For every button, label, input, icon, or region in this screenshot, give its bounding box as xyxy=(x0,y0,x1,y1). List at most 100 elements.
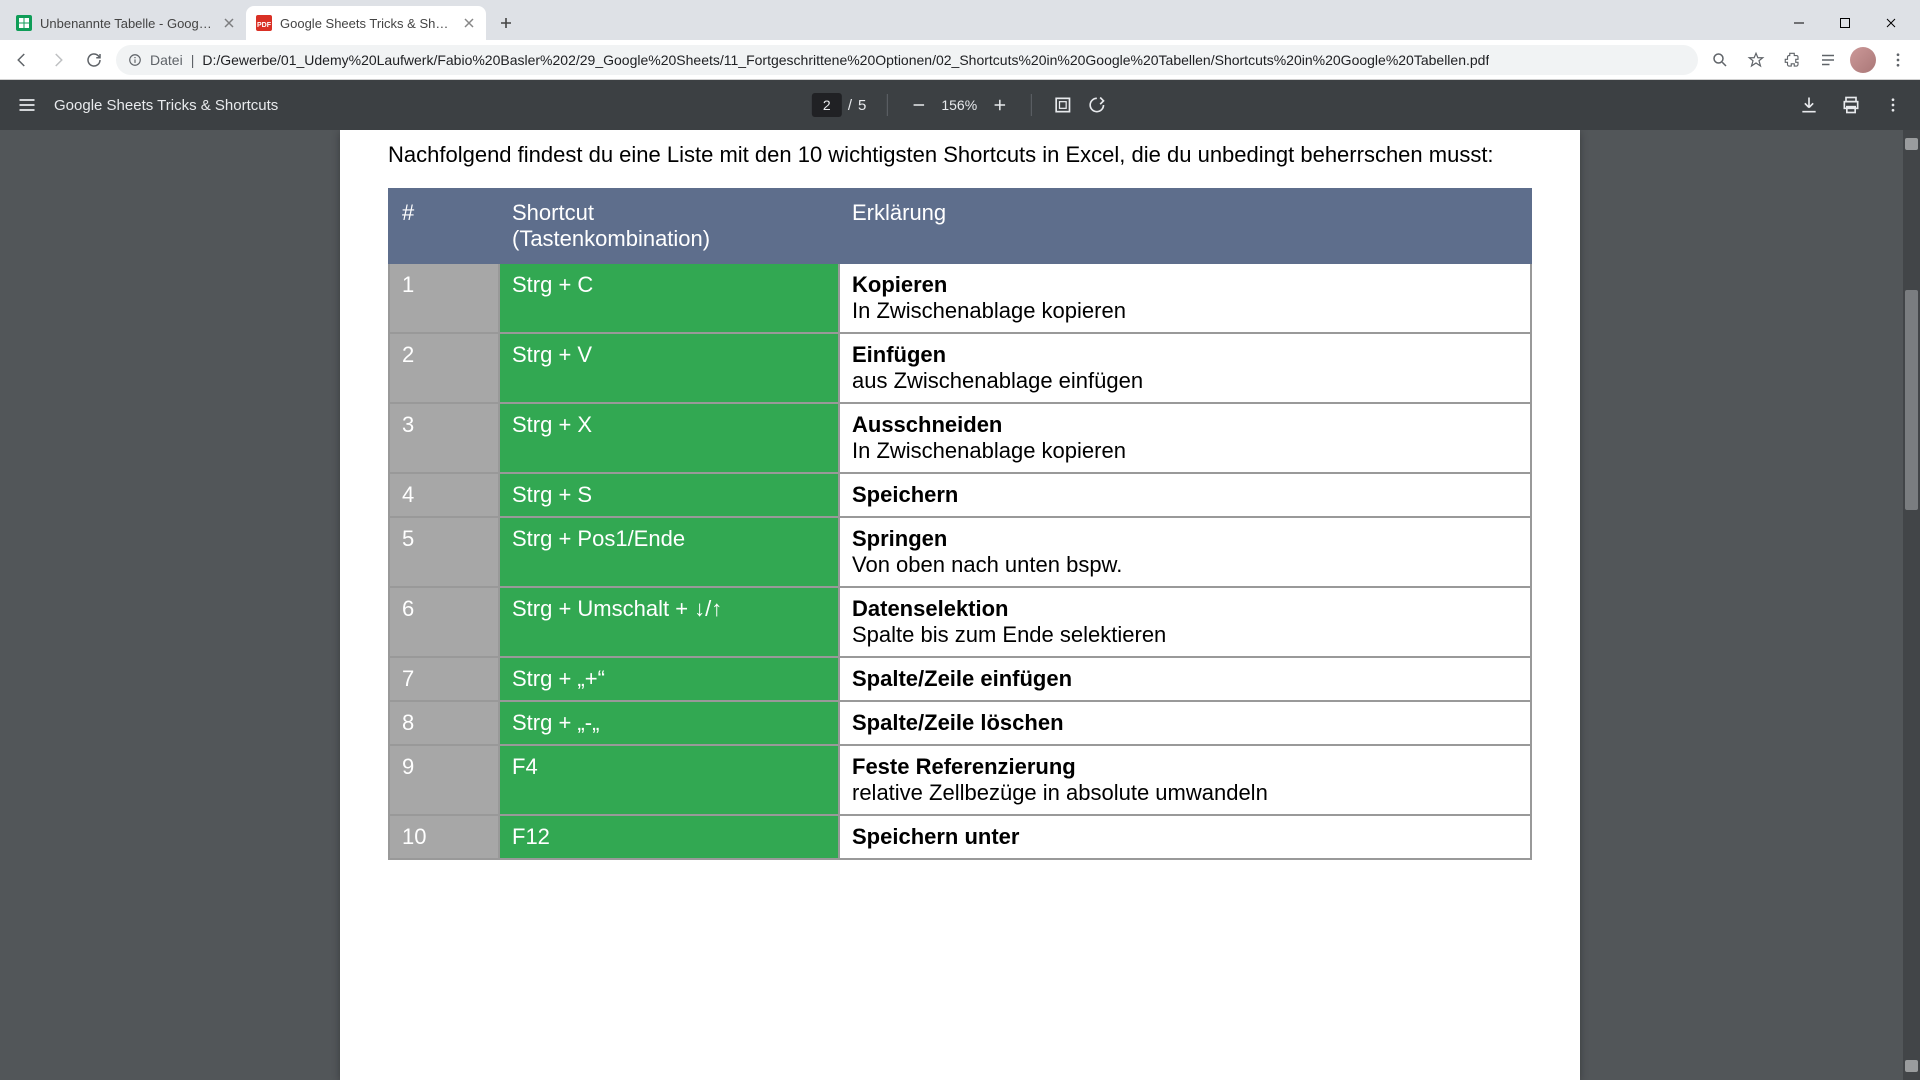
table-row: 3Strg + XAusschneidenIn Zwischenablage k… xyxy=(389,403,1531,473)
back-button[interactable] xyxy=(8,46,36,74)
new-tab-button[interactable] xyxy=(492,9,520,37)
cell-number: 1 xyxy=(389,263,499,333)
cell-shortcut: Strg + X xyxy=(499,403,839,473)
explain-desc: Von oben nach unten bspw. xyxy=(852,552,1518,578)
zoom-indicator-icon[interactable] xyxy=(1706,46,1734,74)
hamburger-icon[interactable] xyxy=(16,94,38,116)
cell-shortcut: F12 xyxy=(499,815,839,859)
pdf-toolbar: Google Sheets Tricks & Shortcuts / 5 156… xyxy=(0,80,1920,130)
table-row: 8Strg + „-„ Spalte/Zeile löschen xyxy=(389,701,1531,745)
cell-shortcut: Strg + C xyxy=(499,263,839,333)
cell-shortcut: Strg + Umschalt + ↓/↑ xyxy=(499,587,839,657)
cell-explain: AusschneidenIn Zwischenablage kopieren xyxy=(839,403,1531,473)
tab-strip: Unbenannte Tabelle - Google Ta PDF Googl… xyxy=(0,0,1920,40)
window-controls xyxy=(1776,6,1914,40)
table-row: 7Strg + „+“Spalte/Zeile einfügen xyxy=(389,657,1531,701)
cell-number: 8 xyxy=(389,701,499,745)
extensions-icon[interactable] xyxy=(1778,46,1806,74)
explain-title: Speichern unter xyxy=(852,824,1518,850)
cell-number: 2 xyxy=(389,333,499,403)
minimize-button[interactable] xyxy=(1776,6,1822,40)
explain-desc: aus Zwischenablage einfügen xyxy=(852,368,1518,394)
pdf-title: Google Sheets Tricks & Shortcuts xyxy=(54,97,278,114)
table-row: 2Strg + VEinfügenaus Zwischenablage einf… xyxy=(389,333,1531,403)
tab-sheets[interactable]: Unbenannte Tabelle - Google Ta xyxy=(6,6,246,40)
explain-title: Datenselektion xyxy=(852,596,1518,622)
close-icon[interactable] xyxy=(462,16,476,30)
zoom-level: 156% xyxy=(941,97,977,113)
cell-number: 7 xyxy=(389,657,499,701)
cell-explain: Speichern unter xyxy=(839,815,1531,859)
svg-text:PDF: PDF xyxy=(257,22,272,29)
reload-button[interactable] xyxy=(80,46,108,74)
cell-number: 3 xyxy=(389,403,499,473)
cell-shortcut: Strg + Pos1/Ende xyxy=(499,517,839,587)
forward-button[interactable] xyxy=(44,46,72,74)
avatar[interactable] xyxy=(1850,47,1876,73)
cell-number: 10 xyxy=(389,815,499,859)
sheets-icon xyxy=(16,15,32,31)
fit-page-icon[interactable] xyxy=(1052,94,1074,116)
tab-title: Google Sheets Tricks & Shortcuts xyxy=(280,16,454,31)
table-row: 10F12 Speichern unter xyxy=(389,815,1531,859)
cell-shortcut: Strg + „-„ xyxy=(499,701,839,745)
cell-explain: Spalte/Zeile einfügen xyxy=(839,657,1531,701)
cell-explain: KopierenIn Zwischenablage kopieren xyxy=(839,263,1531,333)
reading-list-icon[interactable] xyxy=(1814,46,1842,74)
info-icon xyxy=(128,53,142,67)
cell-shortcut: Strg + „+“ xyxy=(499,657,839,701)
scroll-up-arrow[interactable] xyxy=(1905,138,1918,150)
pdf-menu-icon[interactable] xyxy=(1882,94,1904,116)
header-explain: Erklärung xyxy=(839,189,1531,263)
table-row: 4Strg + S Speichern xyxy=(389,473,1531,517)
explain-desc: In Zwischenablage kopieren xyxy=(852,298,1518,324)
cell-shortcut: Strg + V xyxy=(499,333,839,403)
pdf-page: Nachfolgend findest du eine Liste mit de… xyxy=(340,130,1580,1080)
address-bar: Datei | D:/Gewerbe/01_Udemy%20Laufwerk/F… xyxy=(0,40,1920,80)
table-row: 6Strg + Umschalt + ↓/↑DatenselektionSpal… xyxy=(389,587,1531,657)
cell-number: 4 xyxy=(389,473,499,517)
table-header-row: # Shortcut (Tastenkombination) Erklärung xyxy=(389,189,1531,263)
cell-explain: Speichern xyxy=(839,473,1531,517)
explain-desc: In Zwischenablage kopieren xyxy=(852,438,1518,464)
scroll-down-arrow[interactable] xyxy=(1905,1060,1918,1072)
close-window-button[interactable] xyxy=(1868,6,1914,40)
explain-title: Kopieren xyxy=(852,272,1518,298)
header-num: # xyxy=(389,189,499,263)
tab-title: Unbenannte Tabelle - Google Ta xyxy=(40,16,214,31)
explain-desc: Spalte bis zum Ende selektieren xyxy=(852,622,1518,648)
cell-number: 9 xyxy=(389,745,499,815)
explain-title: Springen xyxy=(852,526,1518,552)
browser-menu-icon[interactable] xyxy=(1884,46,1912,74)
intro-text: Nachfolgend findest du eine Liste mit de… xyxy=(388,130,1532,188)
explain-title: Speichern xyxy=(852,482,1518,508)
pdf-icon: PDF xyxy=(256,15,272,31)
cell-number: 5 xyxy=(389,517,499,587)
cell-shortcut: Strg + S xyxy=(499,473,839,517)
explain-title: Feste Referenzierung xyxy=(852,754,1518,780)
bookmark-icon[interactable] xyxy=(1742,46,1770,74)
download-icon[interactable] xyxy=(1798,94,1820,116)
scroll-thumb[interactable] xyxy=(1905,290,1918,510)
print-icon[interactable] xyxy=(1840,94,1862,116)
url-path: D:/Gewerbe/01_Udemy%20Laufwerk/Fabio%20B… xyxy=(202,52,1489,68)
maximize-button[interactable] xyxy=(1822,6,1868,40)
table-row: 9F4Feste Referenzierungrelative Zellbezü… xyxy=(389,745,1531,815)
url-field[interactable]: Datei | D:/Gewerbe/01_Udemy%20Laufwerk/F… xyxy=(116,45,1698,75)
pdf-viewport[interactable]: Nachfolgend findest du eine Liste mit de… xyxy=(0,130,1920,1080)
zoom-in-button[interactable] xyxy=(989,94,1011,116)
cell-explain: Feste Referenzierungrelative Zellbezüge … xyxy=(839,745,1531,815)
cell-explain: DatenselektionSpalte bis zum Ende selekt… xyxy=(839,587,1531,657)
scheme-label: Datei xyxy=(150,52,183,68)
rotate-icon[interactable] xyxy=(1086,94,1108,116)
scrollbar[interactable] xyxy=(1903,130,1920,1080)
table-row: 5Strg + Pos1/Ende SpringenVon oben nach u… xyxy=(389,517,1531,587)
explain-title: Spalte/Zeile löschen xyxy=(852,710,1518,736)
cell-explain: Einfügenaus Zwischenablage einfügen xyxy=(839,333,1531,403)
page-number-input[interactable] xyxy=(812,93,842,117)
page-total: 5 xyxy=(858,97,866,114)
table-row: 1Strg + CKopierenIn Zwischenablage kopie… xyxy=(389,263,1531,333)
zoom-out-button[interactable] xyxy=(907,94,929,116)
tab-pdf[interactable]: PDF Google Sheets Tricks & Shortcuts xyxy=(246,6,486,40)
close-icon[interactable] xyxy=(222,16,236,30)
